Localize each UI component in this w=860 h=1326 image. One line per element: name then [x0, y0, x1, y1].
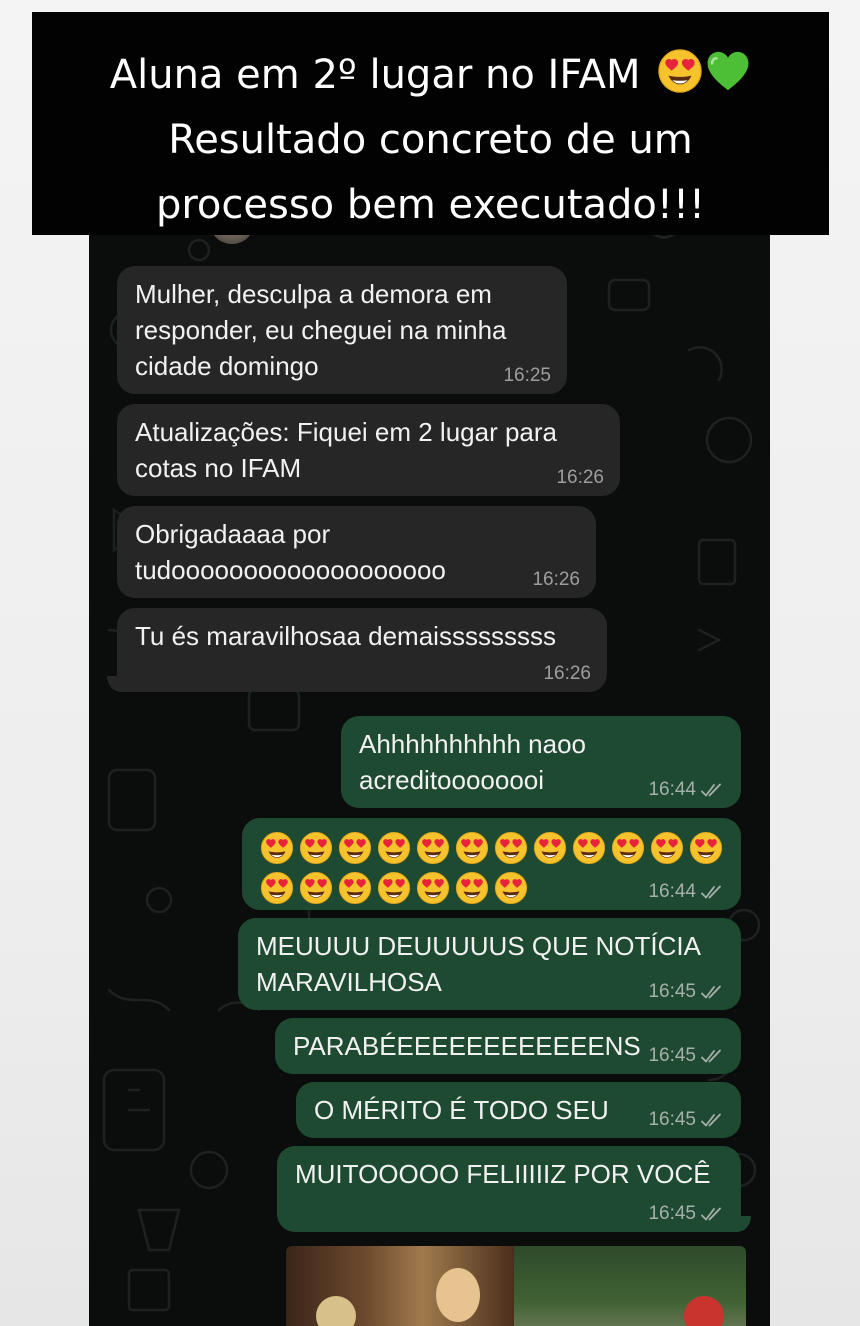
double-check-icon [701, 984, 725, 1000]
double-check-icon [701, 884, 725, 900]
outgoing-message-bubble[interactable]: MEUUUU DEUUUUUS QUE NOTÍCIA MARAVILHOSA … [238, 918, 741, 1010]
person-figure [436, 1268, 480, 1322]
message-text: Mulher, desculpa a demora em responder, … [135, 279, 507, 381]
gif-thumbnail-right [514, 1246, 746, 1326]
double-check-icon [701, 782, 725, 798]
message-text: Atualizações: Fiquei em 2 lugar para cot… [135, 417, 558, 483]
smiling-face-with-heart-eyes-icon [299, 831, 333, 865]
outgoing-message-bubble[interactable]: PARABÉEEEEEEEEEEEENS 16:45 [275, 1018, 741, 1074]
message-timestamp: 16:45 [648, 1203, 725, 1225]
headline-line-2: Resultado concreto de um [168, 117, 693, 163]
message-timestamp: 16:44 [648, 881, 725, 903]
message-timestamp: 16:45 [648, 981, 725, 1003]
smiling-face-with-heart-eyes-icon [533, 831, 567, 865]
outgoing-message-bubble[interactable]: MUITOOOOO FELIIIIIZ POR VOCÊ 16:45 [277, 1146, 741, 1232]
incoming-message-bubble[interactable]: Obrigadaaaa por tudooooooooooooooooooo 1… [117, 506, 596, 598]
smiling-face-with-heart-eyes-icon [338, 871, 372, 905]
story-headline-overlay: Aluna em 2º lugar no IFAM Resultado conc… [32, 12, 829, 235]
double-check-icon [701, 1206, 725, 1222]
outgoing-emoji-message-bubble[interactable]: 16:44 [242, 818, 741, 910]
incoming-message-bubble[interactable]: Mulher, desculpa a demora em responder, … [117, 266, 567, 394]
smiling-face-with-heart-eyes-icon [260, 871, 294, 905]
smiling-face-with-heart-eyes-icon [299, 871, 333, 905]
smiling-face-with-heart-eyes-icon [657, 48, 703, 94]
outgoing-message-bubble[interactable]: O MÉRITO É TODO SEU 16:45 [296, 1082, 741, 1138]
smiling-face-with-heart-eyes-icon [260, 831, 294, 865]
character-figure [684, 1296, 724, 1326]
message-timestamp: 16:44 [648, 779, 725, 801]
smiling-face-with-heart-eyes-icon [689, 831, 723, 865]
smiling-face-with-heart-eyes-icon [611, 831, 645, 865]
message-timestamp: 16:26 [556, 467, 604, 488]
smiling-face-with-heart-eyes-icon [338, 831, 372, 865]
smiling-face-with-heart-eyes-icon [494, 831, 528, 865]
smiling-face-with-heart-eyes-icon [377, 871, 411, 905]
smiling-face-with-heart-eyes-icon [416, 831, 450, 865]
smiling-face-with-heart-eyes-icon [455, 831, 489, 865]
smiling-face-with-heart-eyes-icon [572, 831, 606, 865]
smiling-face-with-heart-eyes-icon [650, 831, 684, 865]
gif-thumbnail-left [286, 1246, 514, 1326]
message-text: MUITOOOOO FELIIIIIZ POR VOCÊ [295, 1159, 711, 1189]
double-check-icon [701, 1048, 725, 1064]
message-timestamp: 16:26 [543, 663, 591, 684]
person-figure [316, 1296, 356, 1326]
incoming-message-bubble[interactable]: Atualizações: Fiquei em 2 lugar para cot… [117, 404, 620, 496]
headline-line-1: Aluna em 2º lugar no IFAM [32, 43, 829, 108]
message-timestamp: 16:25 [503, 365, 551, 386]
incoming-message-bubble[interactable]: Tu és maravilhosaa demaisssssssss 16:26 [117, 608, 607, 692]
smiling-face-with-heart-eyes-icon [494, 871, 528, 905]
message-text: Tu és maravilhosaa demaisssssssss [135, 621, 556, 651]
smiling-face-with-heart-eyes-icon [416, 871, 450, 905]
chat-window: Mulher, desculpa a demora em responder, … [89, 210, 770, 1326]
green-heart-icon [705, 48, 751, 94]
emoji-row-1 [260, 828, 723, 868]
outgoing-message-bubble[interactable]: Ahhhhhhhhhh naoo acreditoooooooi 16:44 [341, 716, 741, 808]
headline-line-3: processo bem executado!!! [155, 182, 706, 228]
smiling-face-with-heart-eyes-icon [377, 831, 411, 865]
headline-text: Aluna em 2º lugar no IFAM [109, 52, 641, 98]
message-timestamp: 16:45 [648, 1045, 725, 1067]
gif-media-preview[interactable] [286, 1246, 746, 1326]
smiling-face-with-heart-eyes-icon [455, 871, 489, 905]
double-check-icon [701, 1112, 725, 1128]
message-timestamp: 16:45 [648, 1109, 725, 1131]
message-text: Obrigadaaaa por tudooooooooooooooooooo [135, 519, 446, 585]
message-timestamp: 16:26 [532, 569, 580, 590]
